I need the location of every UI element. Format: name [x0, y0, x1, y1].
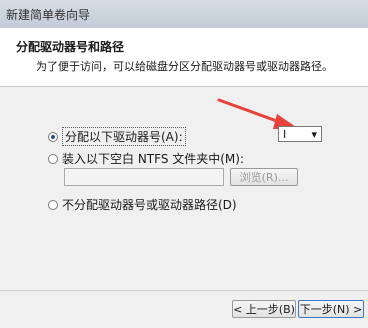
no-assign-option[interactable]: 不分配驱动器号或驱动器路径(D)	[48, 196, 237, 213]
drive-letter-select[interactable]: I ▾	[278, 126, 322, 142]
assign-drive-letter-option[interactable]: 分配以下驱动器号(A):	[48, 127, 186, 146]
chevron-down-icon: ▾	[311, 127, 317, 141]
page-subtitle: 为了便于访问，可以给磁盘分区分配驱动器号或驱动器路径。	[36, 60, 333, 73]
drive-letter-value: I	[283, 127, 287, 141]
browse-button[interactable]: 浏览(R)...	[230, 168, 298, 186]
back-button[interactable]: < 上一步(B)	[232, 300, 296, 318]
wizard-header: 分配驱动器号和路径 为了便于访问，可以给磁盘分区分配驱动器号或驱动器路径。	[0, 28, 368, 87]
mount-ntfs-folder-radio[interactable]	[48, 153, 58, 164]
mount-ntfs-folder-label: 装入以下空白 NTFS 文件夹中(M):	[62, 152, 245, 166]
no-assign-label: 不分配驱动器号或驱动器路径(D)	[62, 198, 237, 212]
title-bar: 新建简单卷向导	[0, 0, 368, 28]
page-title: 分配驱动器号和路径	[16, 40, 125, 54]
no-assign-radio[interactable]	[48, 199, 58, 210]
assign-drive-letter-label: 分配以下驱动器号(A):	[62, 127, 186, 146]
footer-divider	[0, 290, 368, 291]
assign-drive-letter-radio[interactable]	[48, 131, 58, 142]
folder-path-input[interactable]	[64, 168, 224, 186]
mount-ntfs-folder-option[interactable]: 装入以下空白 NTFS 文件夹中(M):	[48, 150, 244, 167]
window-title: 新建简单卷向导	[6, 8, 91, 22]
next-button[interactable]: 下一步(N) >	[298, 300, 364, 318]
